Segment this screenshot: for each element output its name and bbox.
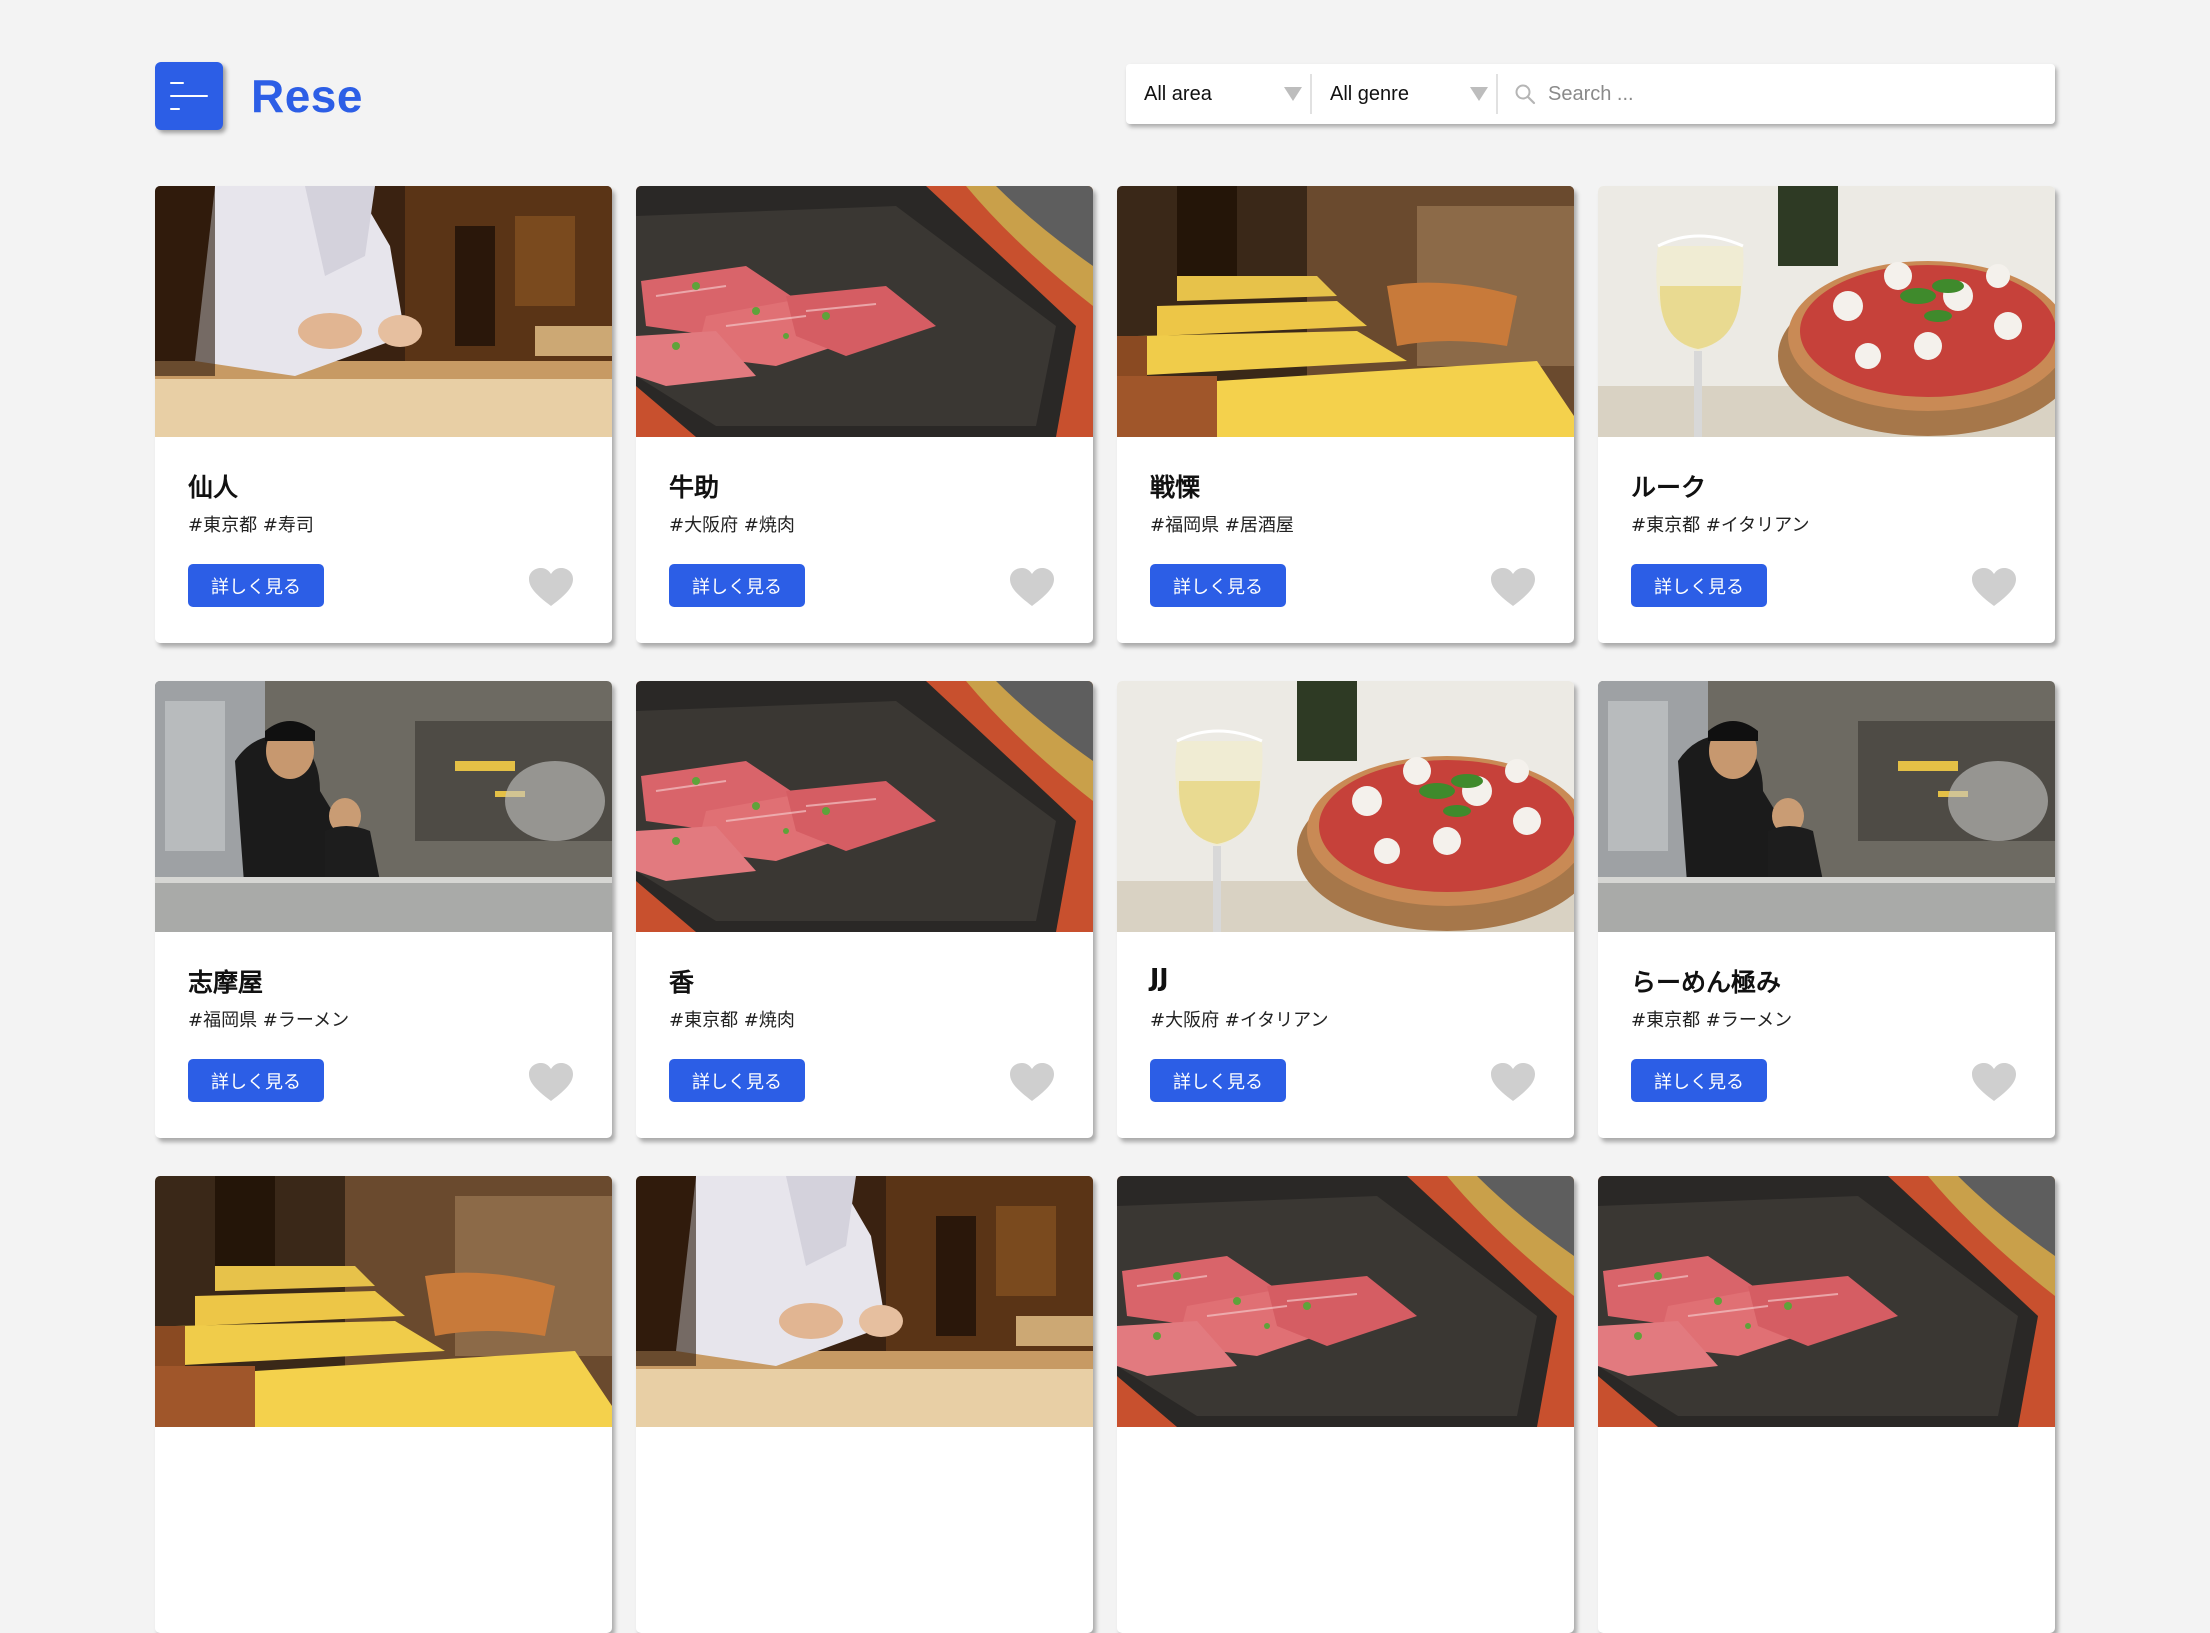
menu-icon <box>170 82 184 84</box>
shop-card: ルーク #東京都 #イタリアン詳しく見る <box>1598 186 2055 643</box>
heart-icon[interactable] <box>529 568 573 608</box>
shop-name: 志摩屋 <box>188 968 264 997</box>
shop-tags: #東京都 #イタリアン <box>1631 515 1810 536</box>
menu-icon-line <box>170 108 180 110</box>
shop-name: JJ <box>1150 963 1169 992</box>
detail-button[interactable]: 詳しく見る <box>188 1059 324 1102</box>
shop-name: 戦慄 <box>1150 473 1201 502</box>
shop-photo <box>1598 186 2055 437</box>
shop-card: 仙人 #東京都 #寿司詳しく見る <box>155 186 612 643</box>
heart-icon[interactable] <box>1010 568 1054 608</box>
heart-icon[interactable] <box>1491 568 1535 608</box>
chevron-down-icon <box>1470 87 1488 101</box>
detail-button[interactable]: 詳しく見る <box>669 1059 805 1102</box>
shop-name: 仙人 <box>188 473 239 502</box>
heart-icon[interactable] <box>1972 568 2016 608</box>
heart-icon[interactable] <box>1972 1063 2016 1103</box>
shop-photo <box>1117 681 1574 932</box>
area-select-value: All area <box>1144 82 1212 105</box>
shop-tags: #大阪府 #イタリアン <box>1150 1010 1329 1031</box>
heart-icon[interactable] <box>529 1063 573 1103</box>
shop-photo <box>1117 1176 1574 1427</box>
shop-photo <box>636 186 1093 437</box>
shop-photo <box>636 681 1093 932</box>
menu-icon-line <box>170 95 208 97</box>
shop-tags: #東京都 #寿司 <box>188 515 314 536</box>
shop-name: 香 <box>669 968 695 997</box>
shop-card <box>1598 1176 2055 1633</box>
shop-photo <box>1598 681 2055 932</box>
shop-card <box>636 1176 1093 1633</box>
shop-card: らーめん極み #東京都 #ラーメン詳しく見る <box>1598 681 2055 1138</box>
shop-photo <box>1117 186 1574 437</box>
shop-card <box>1117 1176 1574 1633</box>
shop-name: らーめん極み <box>1631 968 1782 997</box>
shop-tags: #大阪府 #焼肉 <box>669 515 795 536</box>
shop-name: ルーク <box>1631 473 1707 502</box>
shop-name: 牛助 <box>669 473 720 502</box>
logo[interactable]: Rese <box>251 69 363 123</box>
search-icon <box>1514 83 1536 105</box>
chevron-down-icon <box>1284 87 1302 101</box>
shop-card: 戦慄 #福岡県 #居酒屋詳しく見る <box>1117 186 1574 643</box>
detail-button[interactable]: 詳しく見る <box>1631 564 1767 607</box>
menu-button[interactable] <box>155 62 223 130</box>
shop-card: 牛助 #大阪府 #焼肉詳しく見る <box>636 186 1093 643</box>
detail-button[interactable]: 詳しく見る <box>1150 564 1286 607</box>
shop-card <box>155 1176 612 1633</box>
heart-icon[interactable] <box>1491 1063 1535 1103</box>
shop-tags: #東京都 #焼肉 <box>669 1010 795 1031</box>
area-select[interactable]: All area <box>1126 74 1312 114</box>
shop-tags: #福岡県 #居酒屋 <box>1150 515 1294 536</box>
shop-photo <box>155 1176 612 1427</box>
shop-card: JJ #大阪府 #イタリアン詳しく見る <box>1117 681 1574 1138</box>
shop-tags: #東京都 #ラーメン <box>1631 1010 1793 1031</box>
shop-photo <box>636 1176 1093 1427</box>
shop-photo <box>155 681 612 932</box>
detail-button[interactable]: 詳しく見る <box>188 564 324 607</box>
shop-photo <box>155 186 612 437</box>
genre-select-value: All genre <box>1330 82 1409 105</box>
shop-card: 志摩屋 #福岡県 #ラーメン詳しく見る <box>155 681 612 1138</box>
detail-button[interactable]: 詳しく見る <box>669 564 805 607</box>
search-field <box>1498 64 2055 124</box>
shop-photo <box>1598 1176 2055 1427</box>
detail-button[interactable]: 詳しく見る <box>1150 1059 1286 1102</box>
header: Rese All area All genre <box>155 62 2057 132</box>
search-bar: All area All genre <box>1126 64 2055 124</box>
shop-card: 香 #東京都 #焼肉詳しく見る <box>636 681 1093 1138</box>
heart-icon[interactable] <box>1010 1063 1054 1103</box>
search-input[interactable] <box>1548 82 2048 106</box>
genre-select[interactable]: All genre <box>1312 74 1498 114</box>
detail-button[interactable]: 詳しく見る <box>1631 1059 1767 1102</box>
shop-tags: #福岡県 #ラーメン <box>188 1010 350 1031</box>
